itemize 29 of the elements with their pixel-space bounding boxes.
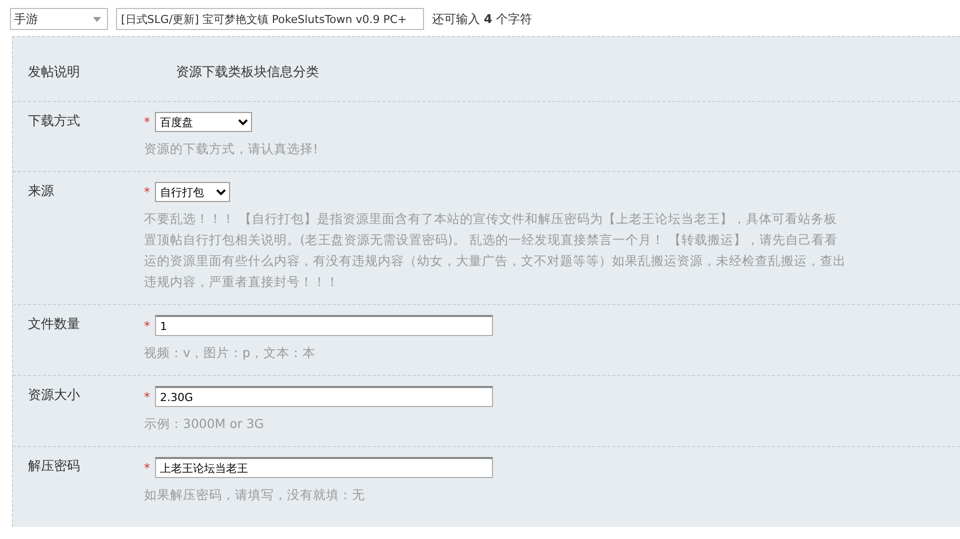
field-label: 文件数量	[27, 316, 81, 334]
required-mark: *	[144, 115, 150, 129]
input-field[interactable]: 2.30G	[155, 386, 493, 407]
title-field[interactable]: [日式SLG/更新] 宝可梦艳文镇 PokeSlutsTown v0.9 PC+	[116, 8, 424, 30]
dropdown-select[interactable]: 百度盘	[155, 112, 252, 132]
field-label: 资源大小	[27, 387, 81, 405]
field-label: 解压密码	[27, 458, 81, 476]
hint-text: 违规内容，严重者直接封号！！！	[144, 273, 340, 291]
field-label: 下载方式	[27, 113, 81, 131]
input-field[interactable]: 上老王论坛当老王	[155, 457, 493, 478]
dropdown-select[interactable]: 自行打包	[155, 182, 230, 202]
caret-icon	[93, 16, 101, 22]
char-counter: 还可输入 4 个字符	[432, 10, 532, 28]
hint-text: 资源的下载方式，请认真选择!	[144, 140, 318, 158]
hint-text: 视频：v，图片：p，文本：本	[144, 344, 316, 362]
hint-text: 示例：3000M or 3G	[144, 415, 265, 433]
hint-text: 不要乱选！！！ 【自行打包】是指资源里面含有了本站的宣传文件和解压密码为【上老王论坛当老王】，具体可看站务板	[144, 210, 838, 228]
input-field[interactable]: 1	[155, 315, 493, 336]
section-text: 资源下载类板块信息分类	[175, 64, 319, 81]
field-label: 发帖说明	[27, 64, 81, 81]
hint-text: 运的资源里面有些什么内容，有没有违规内容（幼女，大量广告，文不对题等等）如果乱搬运资源，未经检查乱搬运，查出	[144, 252, 846, 270]
required-mark: *	[144, 185, 150, 199]
required-mark: *	[144, 318, 150, 332]
hint-text: 置顶帖自行打包相关说明。(老王盘资源无需设置密码)。 乱选的一经发现直接禁言一个月！ 【转载搬运】，请先自己看看	[144, 231, 839, 249]
required-mark: *	[144, 390, 150, 404]
required-mark: *	[144, 460, 150, 474]
field-label: 来源	[27, 183, 55, 201]
hint-text: 如果解压密码，请填写，没有就填：无	[144, 486, 366, 504]
category-select[interactable]: 手游	[10, 8, 108, 30]
